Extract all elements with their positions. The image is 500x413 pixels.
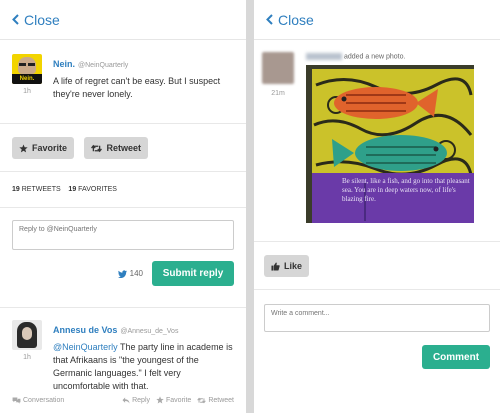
pane-divider[interactable] bbox=[246, 0, 254, 413]
close-label: Close bbox=[278, 11, 314, 28]
reply-box: 140 Submit reply bbox=[0, 208, 246, 308]
thumbs-up-icon bbox=[271, 261, 280, 271]
reply-input[interactable] bbox=[12, 220, 234, 250]
close-button-right[interactable]: Close bbox=[266, 12, 314, 28]
left-header: Close bbox=[0, 0, 246, 40]
submit-reply-button[interactable]: Submit reply bbox=[152, 261, 234, 286]
post-time: 21m bbox=[271, 90, 285, 97]
tweet-stats: 19 RETWEETS 19 FAVORITES bbox=[0, 172, 246, 208]
star-icon bbox=[156, 396, 164, 404]
retweets-label[interactable]: RETWEETS bbox=[22, 186, 61, 193]
close-button-left[interactable]: Close bbox=[12, 12, 60, 28]
conversation-link[interactable]: Conversation bbox=[12, 396, 64, 404]
star-icon bbox=[19, 143, 28, 152]
reply-actions: Conversation Reply Favorite Retweet bbox=[12, 396, 234, 404]
favorite-button[interactable]: Favorite bbox=[12, 137, 75, 159]
conversation-icon bbox=[12, 396, 21, 404]
tweet-time: 1h bbox=[23, 88, 31, 95]
reply-text: @NeinQuarterly The party line in academe… bbox=[53, 341, 234, 393]
post-photo[interactable]: Be silent, like a fish, and go into that… bbox=[306, 65, 474, 224]
favorites-label[interactable]: FAVORITES bbox=[78, 186, 117, 193]
retweets-count: 19 bbox=[12, 186, 20, 193]
reply-retweet-link[interactable]: Retweet bbox=[197, 396, 234, 404]
like-label: Like bbox=[284, 261, 303, 271]
close-label: Close bbox=[24, 11, 60, 28]
retweet-button[interactable]: Retweet bbox=[84, 137, 148, 159]
chevron-left-icon bbox=[266, 14, 273, 25]
avatar-logo-text: Nein. bbox=[12, 74, 42, 84]
conversation-label: Conversation bbox=[23, 396, 65, 404]
reply-avatar[interactable] bbox=[12, 320, 42, 350]
tweet-detail-pane: Close Nein. 1h Nein. @NeinQuarterly A li… bbox=[0, 0, 246, 413]
reply-author-handle[interactable]: @Annesu_de_Vos bbox=[120, 328, 178, 335]
reply-tweet: 1h Annesu de Vos @Annesu_de_Vos @NeinQuar… bbox=[0, 308, 246, 412]
reply-favorite-label: Favorite bbox=[166, 396, 192, 404]
avatar[interactable]: Nein. bbox=[12, 54, 42, 84]
tweet-text: A life of regret can't be easy. But I su… bbox=[53, 76, 221, 99]
twitter-bird-icon bbox=[117, 269, 127, 278]
author-handle[interactable]: @NeinQuarterly bbox=[78, 62, 128, 69]
chevron-left-icon bbox=[12, 14, 19, 25]
app-root: Close Nein. 1h Nein. @NeinQuarterly A li… bbox=[0, 0, 500, 413]
comment-label: Comment bbox=[432, 351, 480, 363]
reply-icon bbox=[122, 396, 130, 404]
like-button[interactable]: Like bbox=[264, 255, 310, 277]
tweet-actions: Favorite Retweet bbox=[0, 124, 246, 172]
reply-author-name[interactable]: Annesu de Vos bbox=[53, 325, 117, 335]
reply-link[interactable]: Reply bbox=[122, 396, 150, 404]
submit-reply-label: Submit reply bbox=[162, 268, 224, 279]
reply-label: Reply bbox=[132, 396, 151, 404]
reply-favorite-link[interactable]: Favorite bbox=[156, 396, 191, 404]
reply-mention[interactable]: @NeinQuarterly bbox=[53, 342, 118, 352]
comment-button[interactable]: Comment bbox=[422, 345, 490, 369]
main-tweet: Nein. 1h Nein. @NeinQuarterly A life of r… bbox=[0, 40, 246, 124]
favorite-label: Favorite bbox=[32, 143, 68, 153]
retweet-label: Retweet bbox=[106, 143, 141, 153]
reply-retweet-label: Retweet bbox=[208, 396, 234, 404]
photo-caption: Be silent, like a fish, and go into that… bbox=[342, 177, 470, 204]
poster-name-blurred[interactable] bbox=[306, 53, 342, 60]
retweet-icon bbox=[91, 144, 103, 152]
photo-post-pane: Close 21m added a new photo. Be silent, … bbox=[254, 0, 500, 413]
photo-post: 21m added a new photo. Be silent, like a… bbox=[254, 40, 500, 242]
post-action-text: added a new photo. bbox=[343, 53, 406, 61]
comment-box: Comment bbox=[254, 290, 500, 413]
poster-avatar[interactable] bbox=[262, 52, 294, 84]
char-count: 140 bbox=[129, 269, 143, 278]
author-name[interactable]: Nein. bbox=[53, 59, 75, 69]
favorites-count: 19 bbox=[68, 186, 77, 193]
retweet-icon bbox=[197, 397, 207, 403]
like-bar: Like bbox=[254, 242, 500, 290]
comment-input[interactable] bbox=[264, 304, 490, 332]
right-header: Close bbox=[254, 0, 500, 40]
reply-time: 1h bbox=[23, 354, 31, 361]
